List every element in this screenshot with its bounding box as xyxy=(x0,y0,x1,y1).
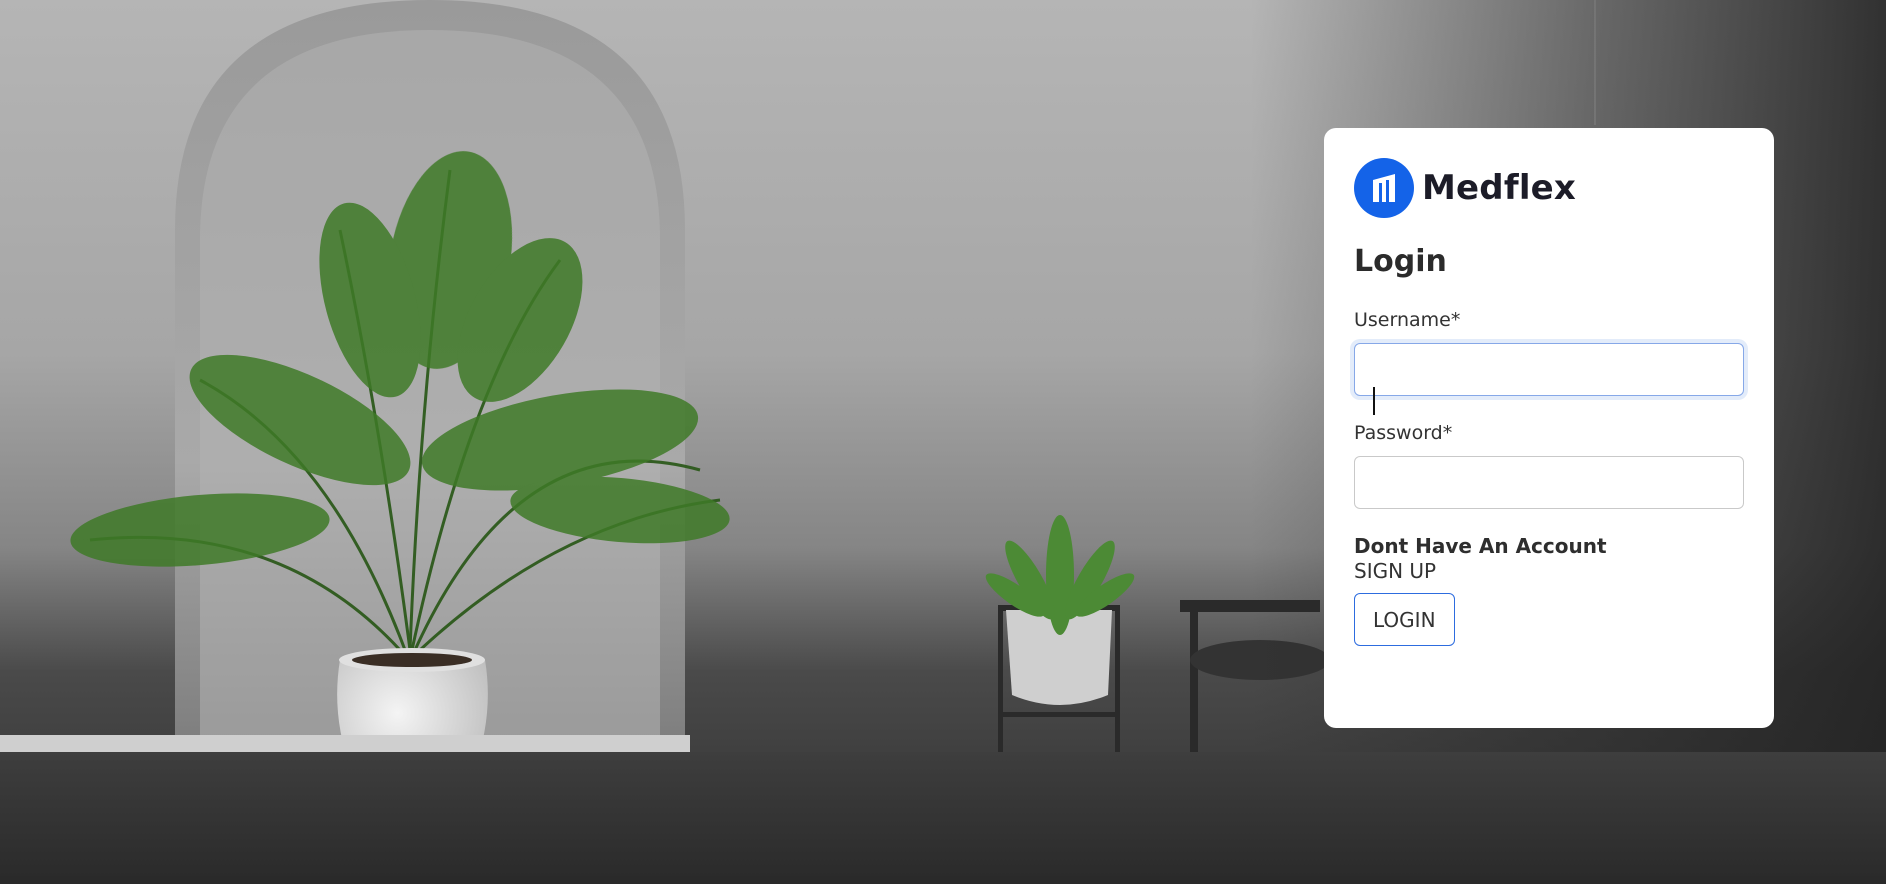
no-account-text: Dont Have An Account xyxy=(1354,534,1607,558)
brand-name: Medflex xyxy=(1422,168,1577,208)
medflex-logo-icon xyxy=(1354,158,1414,218)
username-label: Username* xyxy=(1354,309,1461,331)
bottom-edge xyxy=(0,876,1886,884)
login-card: Medflex Login Username* Password* Dont H… xyxy=(1324,128,1774,728)
floor xyxy=(0,752,1886,876)
text-cursor xyxy=(1373,387,1375,415)
username-input[interactable] xyxy=(1354,343,1744,396)
signup-link[interactable]: SIGN UP xyxy=(1354,559,1744,583)
baseboard xyxy=(0,735,690,753)
brand: Medflex xyxy=(1354,158,1744,218)
page-title: Login xyxy=(1354,244,1447,279)
login-button[interactable]: LOGIN xyxy=(1354,593,1455,646)
password-label: Password* xyxy=(1354,422,1453,444)
password-input[interactable] xyxy=(1354,456,1744,509)
